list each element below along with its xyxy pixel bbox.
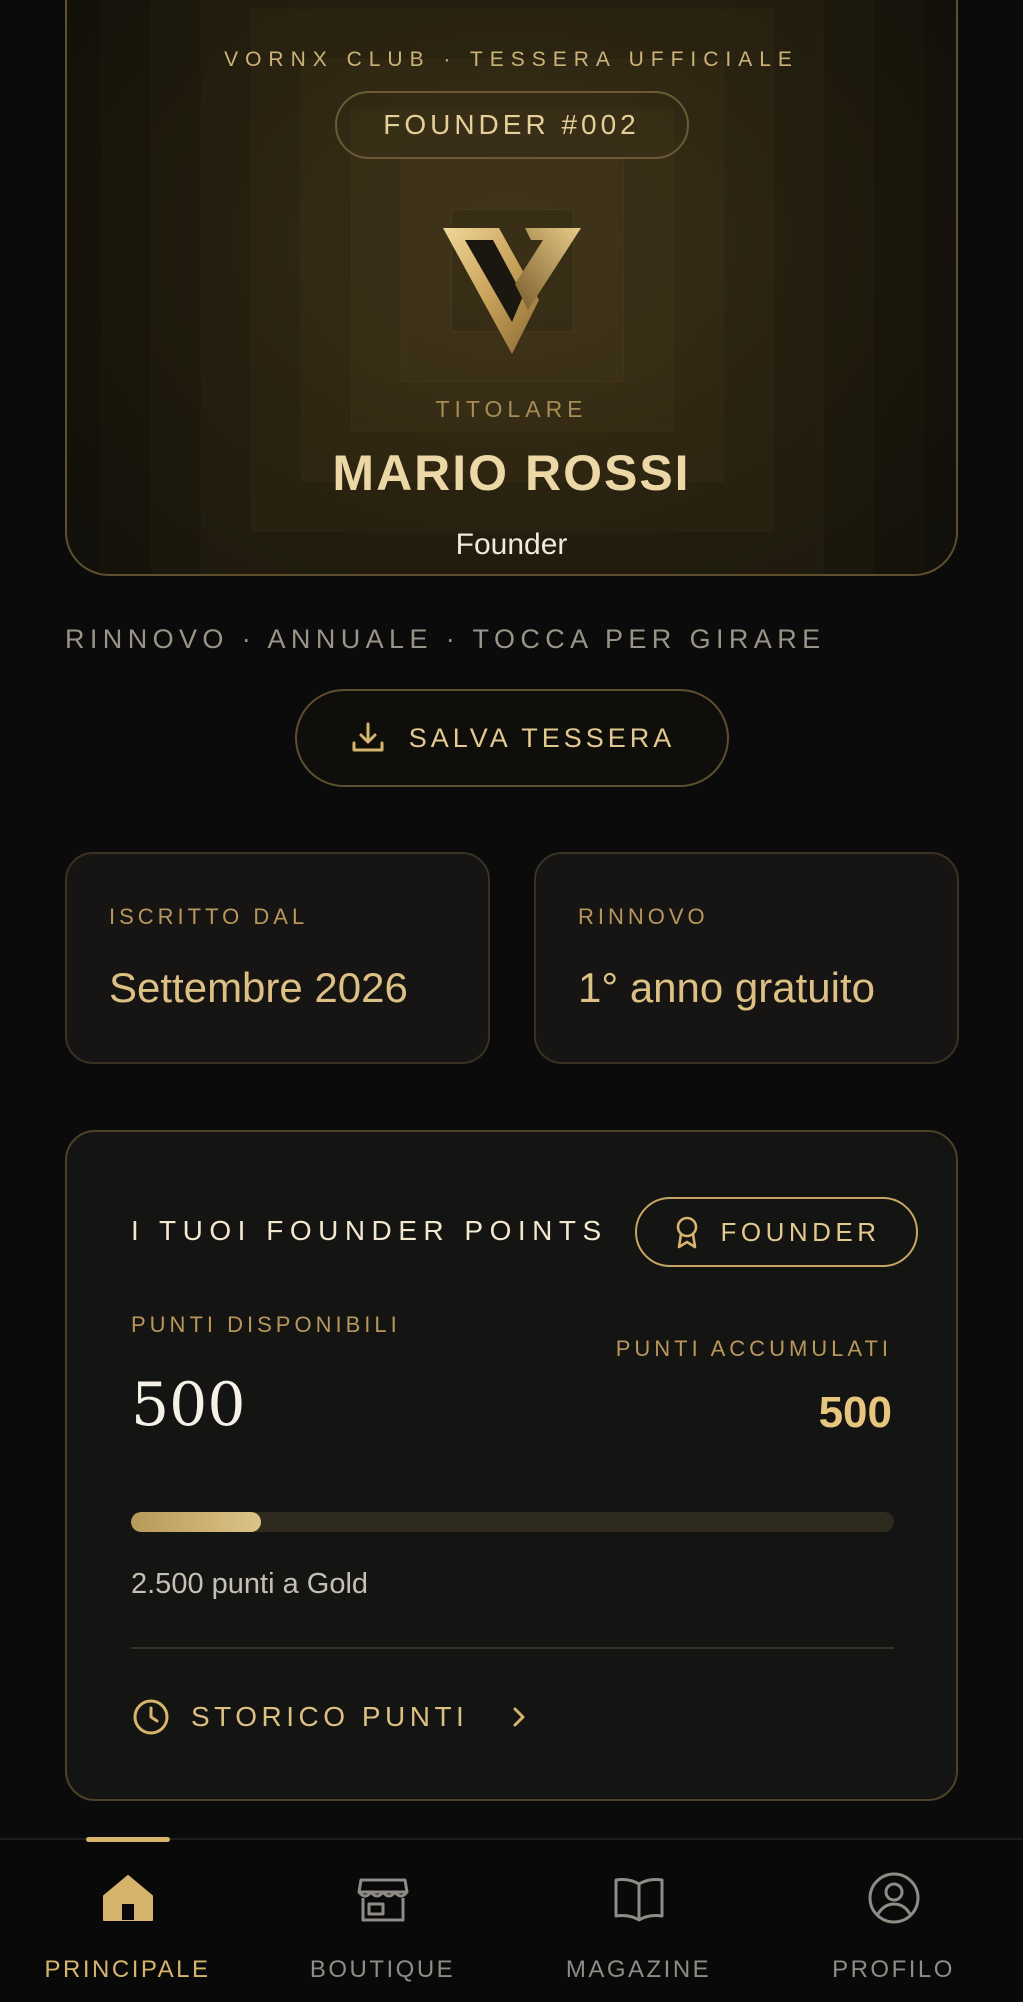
card-caption: RINNOVO · ANNUALE · TOCCA PER GIRARE	[65, 624, 826, 654]
nav-item-magazine[interactable]: MAGAZINE	[511, 1840, 766, 2002]
save-card-label: SALVA TESSERA	[408, 722, 676, 753]
award-icon	[677, 1216, 698, 1249]
member-since-value: Settembre 2026	[109, 964, 408, 1011]
available-points-label: PUNTI DISPONIBILI	[131, 1312, 401, 1337]
renewal-label: RINNOVO	[578, 904, 709, 929]
user-circle-icon	[868, 1872, 919, 1924]
card-header: VORNX CLUB · TESSERA UFFICIALE	[224, 48, 799, 71]
member-since-tile: ISCRITTO DAL Settembre 2026	[65, 852, 490, 1064]
nav-item-profilo[interactable]: PROFILO	[766, 1840, 1021, 2002]
nav-label-magazine: MAGAZINE	[565, 1956, 712, 1983]
available-points-value: 500	[131, 1370, 246, 1440]
clock-icon	[133, 1699, 169, 1735]
nav-label-profilo: PROFILO	[832, 1956, 955, 1983]
nav-item-boutique[interactable]: BOUTIQUE	[255, 1840, 510, 2002]
founder-tier-label: FOUNDER	[720, 1216, 881, 1247]
chevron-right-icon	[513, 1707, 525, 1727]
nav-item-principale[interactable]: PRINCIPALE	[0, 1840, 255, 2002]
holder-role: Founder	[455, 528, 568, 561]
home-icon	[102, 1875, 153, 1921]
divider	[131, 1647, 894, 1649]
member-since-label: ISCRITTO DAL	[109, 904, 309, 929]
progress-note: 2.500 punti a Gold	[131, 1568, 369, 1600]
nav-label-boutique: BOUTIQUE	[309, 1956, 456, 1983]
points-history-link[interactable]: STORICO PUNTI	[131, 1697, 532, 1737]
book-icon	[614, 1878, 663, 1922]
renewal-tile: RINNOVO 1° anno gratuito	[534, 852, 959, 1064]
gold-progress-fill	[131, 1512, 261, 1532]
download-icon	[352, 722, 384, 752]
membership-card[interactable]: VORNX CLUB · TESSERA UFFICIALE FOUNDER #…	[65, 0, 958, 576]
founder-number-badge: FOUNDER #002	[334, 91, 689, 159]
holder-label: TITOLARE	[435, 396, 588, 422]
store-icon	[357, 1878, 408, 1922]
points-title: I TUOI FOUNDER POINTS	[131, 1215, 608, 1246]
vornx-v-logo-icon	[442, 228, 581, 354]
bottom-nav: PRINCIPALE BOUTIQUE MAGAZINE PROFILO	[0, 1837, 1023, 2002]
accumulated-points-value: 500	[818, 1388, 892, 1437]
founder-tier-badge: FOUNDER	[635, 1197, 918, 1267]
holder-name: MARIO ROSSI	[332, 445, 691, 501]
accumulated-points-label: PUNTI ACCUMULATI	[615, 1336, 892, 1361]
save-card-button[interactable]: SALVA TESSERA	[295, 689, 729, 787]
gold-progress-bar	[131, 1512, 894, 1532]
nav-label-principale: PRINCIPALE	[44, 1956, 211, 1983]
renewal-value: 1° anno gratuito	[578, 964, 876, 1011]
points-history-label: STORICO PUNTI	[191, 1701, 469, 1732]
founder-points-panel: I TUOI FOUNDER POINTS FOUNDER PUNTI DISP…	[65, 1130, 958, 1801]
